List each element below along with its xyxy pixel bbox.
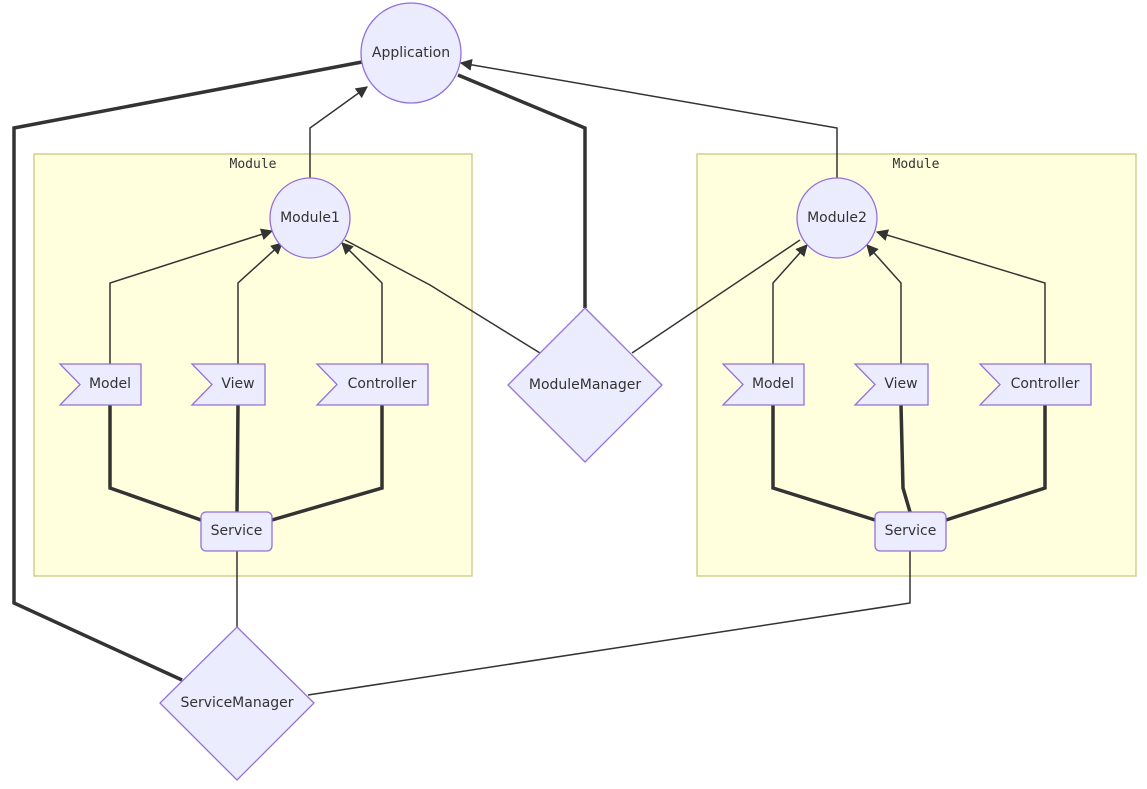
edge-view-service-left bbox=[235, 404, 240, 513]
node-module1[interactable]: Module1 bbox=[269, 177, 351, 259]
node-servicemanager[interactable]: ServiceManager bbox=[159, 626, 315, 781]
node-label: Controller bbox=[348, 376, 417, 392]
node-label: Module2 bbox=[807, 210, 867, 226]
node-label: View bbox=[884, 376, 917, 392]
diagram: Module Module Application Module1 Module… bbox=[12, 2, 1137, 781]
node-label: Model bbox=[89, 376, 131, 392]
node-label: View bbox=[221, 376, 254, 392]
node-label: ServiceManager bbox=[180, 695, 293, 711]
node-label: Controller bbox=[1011, 376, 1080, 392]
node-label: Service bbox=[885, 523, 937, 539]
node-label: Application bbox=[372, 45, 450, 61]
node-application[interactable]: Application bbox=[360, 2, 462, 104]
edge-modulemanager-application bbox=[457, 73, 587, 308]
cluster-title: Module bbox=[230, 157, 277, 172]
cluster-title: Module bbox=[893, 157, 940, 172]
node-service-right[interactable]: Service bbox=[874, 511, 947, 552]
node-label: Service bbox=[211, 523, 263, 539]
node-label: Model bbox=[752, 376, 794, 392]
node-modulemanager[interactable]: ModuleManager bbox=[507, 307, 663, 463]
node-label: Module1 bbox=[280, 210, 340, 226]
node-service-left[interactable]: Service bbox=[200, 511, 273, 552]
node-label: ModuleManager bbox=[529, 377, 642, 393]
node-module2[interactable]: Module2 bbox=[796, 177, 878, 259]
